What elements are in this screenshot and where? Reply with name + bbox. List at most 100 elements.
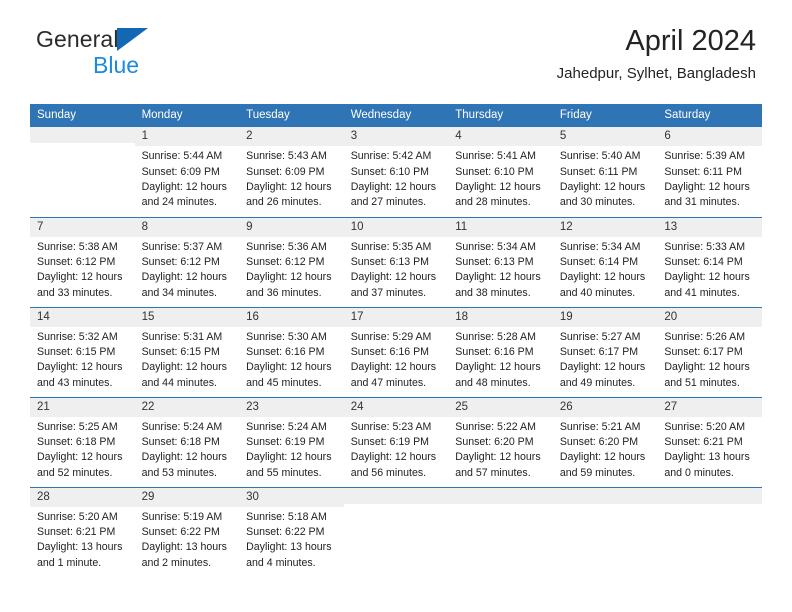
logo-text-general: General <box>36 26 119 52</box>
day-details: Sunrise: 5:22 AM Sunset: 6:20 PM Dayligh… <box>448 417 553 481</box>
weekday-header-sunday: Sunday <box>30 104 135 127</box>
day-number: 7 <box>30 217 135 237</box>
general-blue-logo[interactable]: General Blue <box>36 26 216 77</box>
daylight-text-line2: and 26 minutes. <box>246 196 322 209</box>
day-cell[interactable]: 2 Sunrise: 5:43 AM Sunset: 6:09 PM Dayli… <box>239 127 344 217</box>
sunrise-text: Sunrise: 5:18 AM <box>246 510 327 523</box>
daylight-text-line1: Daylight: 12 hours <box>559 451 646 464</box>
day-number: 4 <box>448 127 553 147</box>
daylight-text-line2: and 52 minutes. <box>37 466 113 479</box>
calendar-grid: Sunday Monday Tuesday Wednesday Thursday… <box>30 104 762 577</box>
day-details: Sunrise: 5:19 AM Sunset: 6:22 PM Dayligh… <box>135 507 240 571</box>
day-cell[interactable]: 1 Sunrise: 5:44 AM Sunset: 6:09 PM Dayli… <box>134 127 240 217</box>
sunrise-text: Sunrise: 5:32 AM <box>37 330 118 343</box>
day-number <box>552 487 658 504</box>
day-details: Sunrise: 5:43 AM Sunset: 6:09 PM Dayligh… <box>239 146 344 210</box>
day-details: Sunrise: 5:41 AM Sunset: 6:10 PM Dayligh… <box>448 146 553 210</box>
daylight-text-line2: and 1 minute. <box>37 556 102 569</box>
daylight-text-line2: and 53 minutes. <box>141 466 217 479</box>
day-cell[interactable]: 21 Sunrise: 5:25 AM Sunset: 6:18 PM Dayl… <box>30 396 135 487</box>
daylight-text-line1: Daylight: 12 hours <box>37 361 123 374</box>
day-cell[interactable]: 19 Sunrise: 5:27 AM Sunset: 6:17 PM Dayl… <box>552 306 658 397</box>
calendar-body: 1 Sunrise: 5:44 AM Sunset: 6:09 PM Dayli… <box>30 127 762 577</box>
day-cell[interactable]: 18 Sunrise: 5:28 AM Sunset: 6:16 PM Dayl… <box>448 306 553 397</box>
day-details: Sunrise: 5:33 AM Sunset: 6:14 PM Dayligh… <box>657 237 762 301</box>
day-details: Sunrise: 5:20 AM Sunset: 6:21 PM Dayligh… <box>30 507 135 571</box>
week-row: 28 Sunrise: 5:20 AM Sunset: 6:21 PM Dayl… <box>30 486 762 577</box>
triangle-icon <box>116 28 148 51</box>
daylight-text-line1: Daylight: 12 hours <box>455 451 541 464</box>
day-cell[interactable]: 17 Sunrise: 5:29 AM Sunset: 6:16 PM Dayl… <box>343 306 449 397</box>
day-details: Sunrise: 5:37 AM Sunset: 6:12 PM Dayligh… <box>135 237 240 301</box>
weekday-header-friday: Friday <box>552 104 658 127</box>
day-cell[interactable]: 11 Sunrise: 5:34 AM Sunset: 6:13 PM Dayl… <box>448 216 553 307</box>
day-cell[interactable]: 24 Sunrise: 5:23 AM Sunset: 6:19 PM Dayl… <box>343 396 449 487</box>
daylight-text-line1: Daylight: 12 hours <box>350 180 437 193</box>
day-cell[interactable]: 30 Sunrise: 5:18 AM Sunset: 6:22 PM Dayl… <box>239 486 344 577</box>
day-cell[interactable]: 5 Sunrise: 5:40 AM Sunset: 6:11 PM Dayli… <box>552 127 658 217</box>
sunset-text: Sunset: 6:11 PM <box>664 165 742 178</box>
week-row: 7 Sunrise: 5:38 AM Sunset: 6:12 PM Dayli… <box>30 216 762 307</box>
title-block: April 2024 Jahedpur, Sylhet, Bangladesh <box>557 26 756 83</box>
sunset-text: Sunset: 6:21 PM <box>37 526 116 539</box>
day-cell[interactable]: 9 Sunrise: 5:36 AM Sunset: 6:12 PM Dayli… <box>239 216 344 307</box>
sunset-text: Sunset: 6:15 PM <box>141 346 220 359</box>
sunset-text: Sunset: 6:17 PM <box>664 346 743 359</box>
sunset-text: Sunset: 6:16 PM <box>350 346 430 359</box>
daylight-text-line1: Daylight: 12 hours <box>455 180 541 193</box>
sunset-text: Sunset: 6:14 PM <box>664 256 743 269</box>
day-cell[interactable]: 20 Sunrise: 5:26 AM Sunset: 6:17 PM Dayl… <box>657 306 762 397</box>
day-cell[interactable]: 4 Sunrise: 5:41 AM Sunset: 6:10 PM Dayli… <box>448 127 553 217</box>
sunset-text: Sunset: 6:19 PM <box>350 436 430 449</box>
daylight-text-line2: and 33 minutes. <box>37 286 113 299</box>
day-cell[interactable]: 27 Sunrise: 5:20 AM Sunset: 6:21 PM Dayl… <box>657 396 762 487</box>
sunset-text: Sunset: 6:21 PM <box>664 436 743 449</box>
day-number: 27 <box>657 397 762 417</box>
day-number: 9 <box>239 217 344 237</box>
day-cell[interactable]: 8 Sunrise: 5:37 AM Sunset: 6:12 PM Dayli… <box>134 216 240 307</box>
daylight-text-line2: and 47 minutes. <box>350 376 427 389</box>
sunrise-text: Sunrise: 5:21 AM <box>559 420 641 433</box>
day-number <box>657 487 762 504</box>
day-number: 6 <box>657 127 762 147</box>
day-cell[interactable]: 13 Sunrise: 5:33 AM Sunset: 6:14 PM Dayl… <box>657 216 762 307</box>
sunrise-text: Sunrise: 5:27 AM <box>559 330 641 343</box>
day-cell[interactable]: 29 Sunrise: 5:19 AM Sunset: 6:22 PM Dayl… <box>134 486 240 577</box>
day-cell[interactable]: 14 Sunrise: 5:32 AM Sunset: 6:15 PM Dayl… <box>30 306 135 397</box>
day-cell[interactable]: 15 Sunrise: 5:31 AM Sunset: 6:15 PM Dayl… <box>134 306 240 397</box>
day-details: Sunrise: 5:18 AM Sunset: 6:22 PM Dayligh… <box>239 507 344 571</box>
day-cell <box>30 127 135 217</box>
sunrise-text: Sunrise: 5:28 AM <box>455 330 536 343</box>
day-details: Sunrise: 5:31 AM Sunset: 6:15 PM Dayligh… <box>135 327 240 391</box>
day-details: Sunrise: 5:24 AM Sunset: 6:19 PM Dayligh… <box>239 417 344 481</box>
daylight-text-line1: Daylight: 12 hours <box>246 451 332 464</box>
day-details: Sunrise: 5:42 AM Sunset: 6:10 PM Dayligh… <box>344 146 449 210</box>
sunset-text: Sunset: 6:09 PM <box>141 165 220 178</box>
day-cell[interactable]: 12 Sunrise: 5:34 AM Sunset: 6:14 PM Dayl… <box>552 216 658 307</box>
day-number: 11 <box>448 217 553 237</box>
day-number: 14 <box>30 307 135 327</box>
day-cell[interactable]: 7 Sunrise: 5:38 AM Sunset: 6:12 PM Dayli… <box>30 216 135 307</box>
weekday-header-saturday: Saturday <box>657 104 762 127</box>
day-cell[interactable]: 26 Sunrise: 5:21 AM Sunset: 6:20 PM Dayl… <box>552 396 658 487</box>
daylight-text-line1: Daylight: 13 hours <box>664 451 750 464</box>
daylight-text-line1: Daylight: 12 hours <box>141 271 227 284</box>
day-cell[interactable]: 10 Sunrise: 5:35 AM Sunset: 6:13 PM Dayl… <box>343 216 449 307</box>
sunrise-text: Sunrise: 5:30 AM <box>246 330 327 343</box>
day-number: 5 <box>552 127 658 147</box>
daylight-text-line2: and 40 minutes. <box>559 286 636 299</box>
day-cell[interactable]: 3 Sunrise: 5:42 AM Sunset: 6:10 PM Dayli… <box>343 127 449 217</box>
sunset-text: Sunset: 6:22 PM <box>141 526 220 539</box>
day-cell[interactable]: 16 Sunrise: 5:30 AM Sunset: 6:16 PM Dayl… <box>239 306 344 397</box>
day-cell[interactable]: 23 Sunrise: 5:24 AM Sunset: 6:19 PM Dayl… <box>239 396 344 487</box>
day-cell[interactable]: 28 Sunrise: 5:20 AM Sunset: 6:21 PM Dayl… <box>30 486 135 577</box>
calendar-header-row: Sunday Monday Tuesday Wednesday Thursday… <box>30 104 762 127</box>
day-cell[interactable]: 25 Sunrise: 5:22 AM Sunset: 6:20 PM Dayl… <box>448 396 553 487</box>
day-cell <box>343 486 449 577</box>
day-cell[interactable]: 22 Sunrise: 5:24 AM Sunset: 6:18 PM Dayl… <box>134 396 240 487</box>
day-number: 3 <box>343 127 449 147</box>
day-number: 15 <box>134 307 240 327</box>
sunrise-text: Sunrise: 5:38 AM <box>37 240 118 253</box>
day-cell[interactable]: 6 Sunrise: 5:39 AM Sunset: 6:11 PM Dayli… <box>657 127 762 217</box>
sunset-text: Sunset: 6:22 PM <box>246 526 325 539</box>
